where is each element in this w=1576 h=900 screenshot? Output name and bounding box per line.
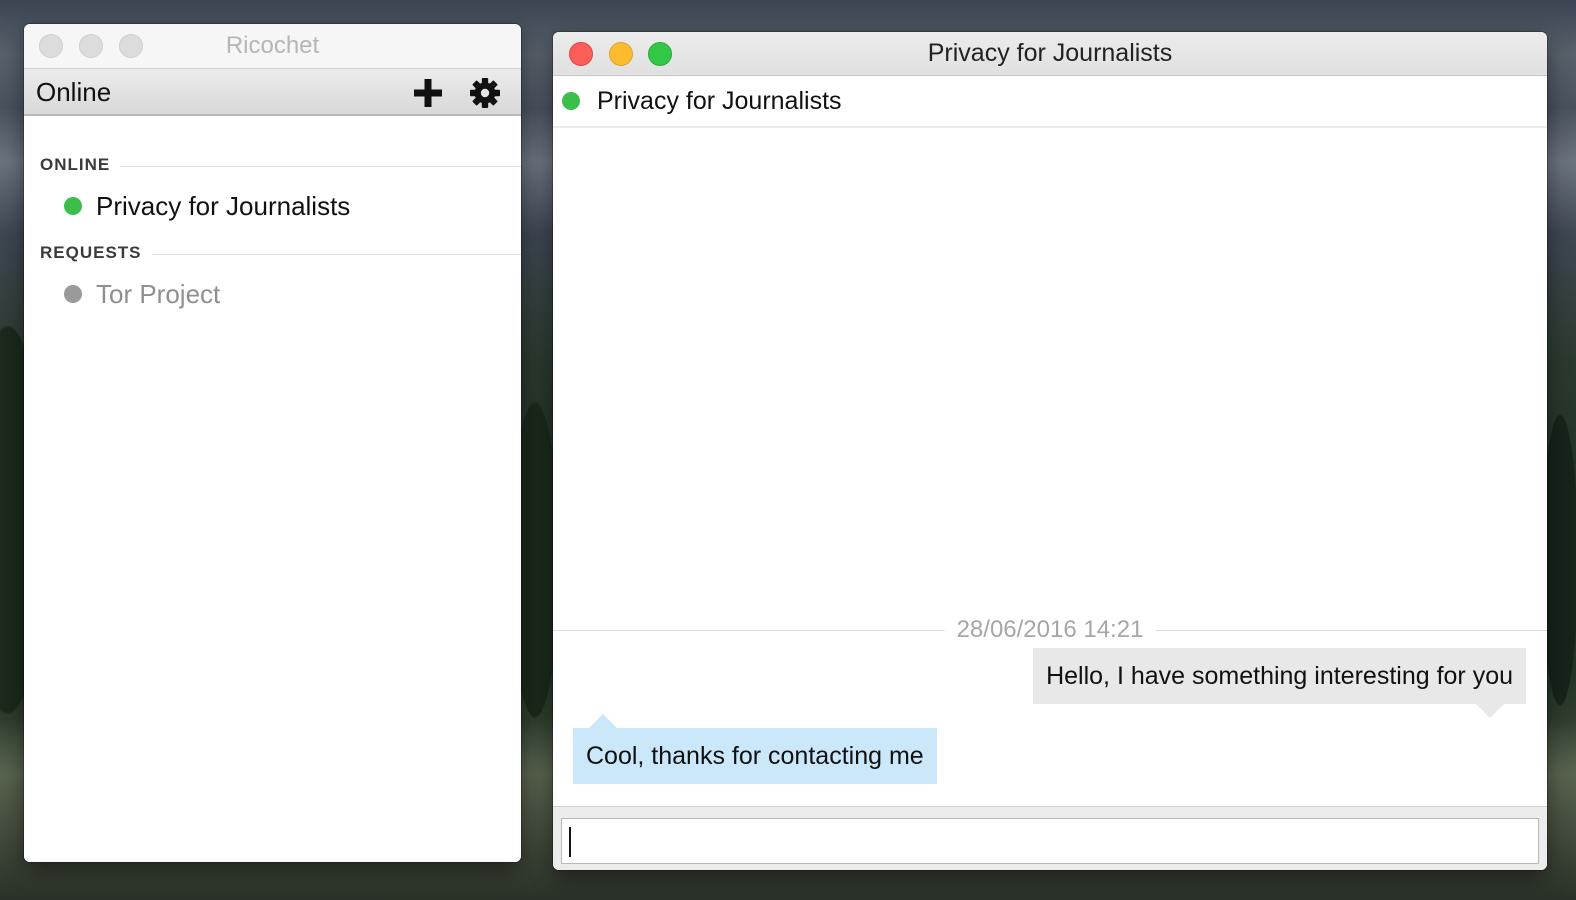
contact-list: ONLINE Privacy for Journalists REQUESTS …	[24, 116, 521, 862]
gear-icon	[470, 78, 500, 108]
online-status-icon	[562, 92, 580, 110]
close-button[interactable]	[569, 42, 593, 66]
contact-name: Privacy for Journalists	[96, 190, 351, 221]
conversation-header: Privacy for Journalists	[553, 76, 1547, 128]
composer-bar	[553, 806, 1547, 870]
window-title: Privacy for Journalists	[927, 39, 1173, 67]
contacts-window: Ricochet Online ONLINE Privacy for Journ…	[24, 24, 521, 862]
incoming-message[interactable]: Cool, thanks for contacting me	[573, 714, 937, 784]
maximize-button[interactable]	[119, 34, 143, 58]
contact-privacy-for-journalists[interactable]: Privacy for Journalists	[64, 188, 350, 224]
outgoing-message[interactable]: Hello, I have something interesting for …	[1033, 648, 1526, 718]
message-list[interactable]: 28/06/2016 14:21 Hello, I have something…	[553, 128, 1547, 806]
contact-name: Tor Project	[96, 278, 221, 309]
section-label: ONLINE	[40, 155, 121, 174]
pending-status-icon	[64, 285, 82, 303]
contacts-toolbar: Online	[24, 68, 521, 116]
settings-button[interactable]	[467, 75, 503, 111]
chat-window: Privacy for Journalists Privacy for Jour…	[553, 32, 1547, 870]
online-status-icon	[64, 197, 82, 215]
section-label: REQUESTS	[40, 243, 152, 262]
close-button[interactable]	[39, 34, 63, 58]
peer-name: Privacy for Journalists	[597, 86, 842, 115]
contacts-titlebar[interactable]: Ricochet	[24, 24, 521, 68]
message-input[interactable]	[561, 818, 1539, 864]
minimize-button[interactable]	[79, 34, 103, 58]
status-selector[interactable]: Online	[36, 77, 111, 108]
chat-titlebar[interactable]: Privacy for Journalists	[553, 32, 1547, 76]
section-header-online: ONLINE	[40, 155, 521, 175]
add-contact-button[interactable]	[410, 75, 446, 111]
plus-icon	[414, 79, 442, 107]
contact-tor-project[interactable]: Tor Project	[64, 276, 220, 312]
message-timestamp: 28/06/2016 14:21	[944, 616, 1156, 644]
text-cursor	[569, 827, 571, 857]
minimize-button[interactable]	[609, 42, 633, 66]
maximize-button[interactable]	[648, 42, 672, 66]
date-separator: 28/06/2016 14:21	[553, 616, 1547, 646]
section-header-requests: REQUESTS	[40, 243, 521, 263]
